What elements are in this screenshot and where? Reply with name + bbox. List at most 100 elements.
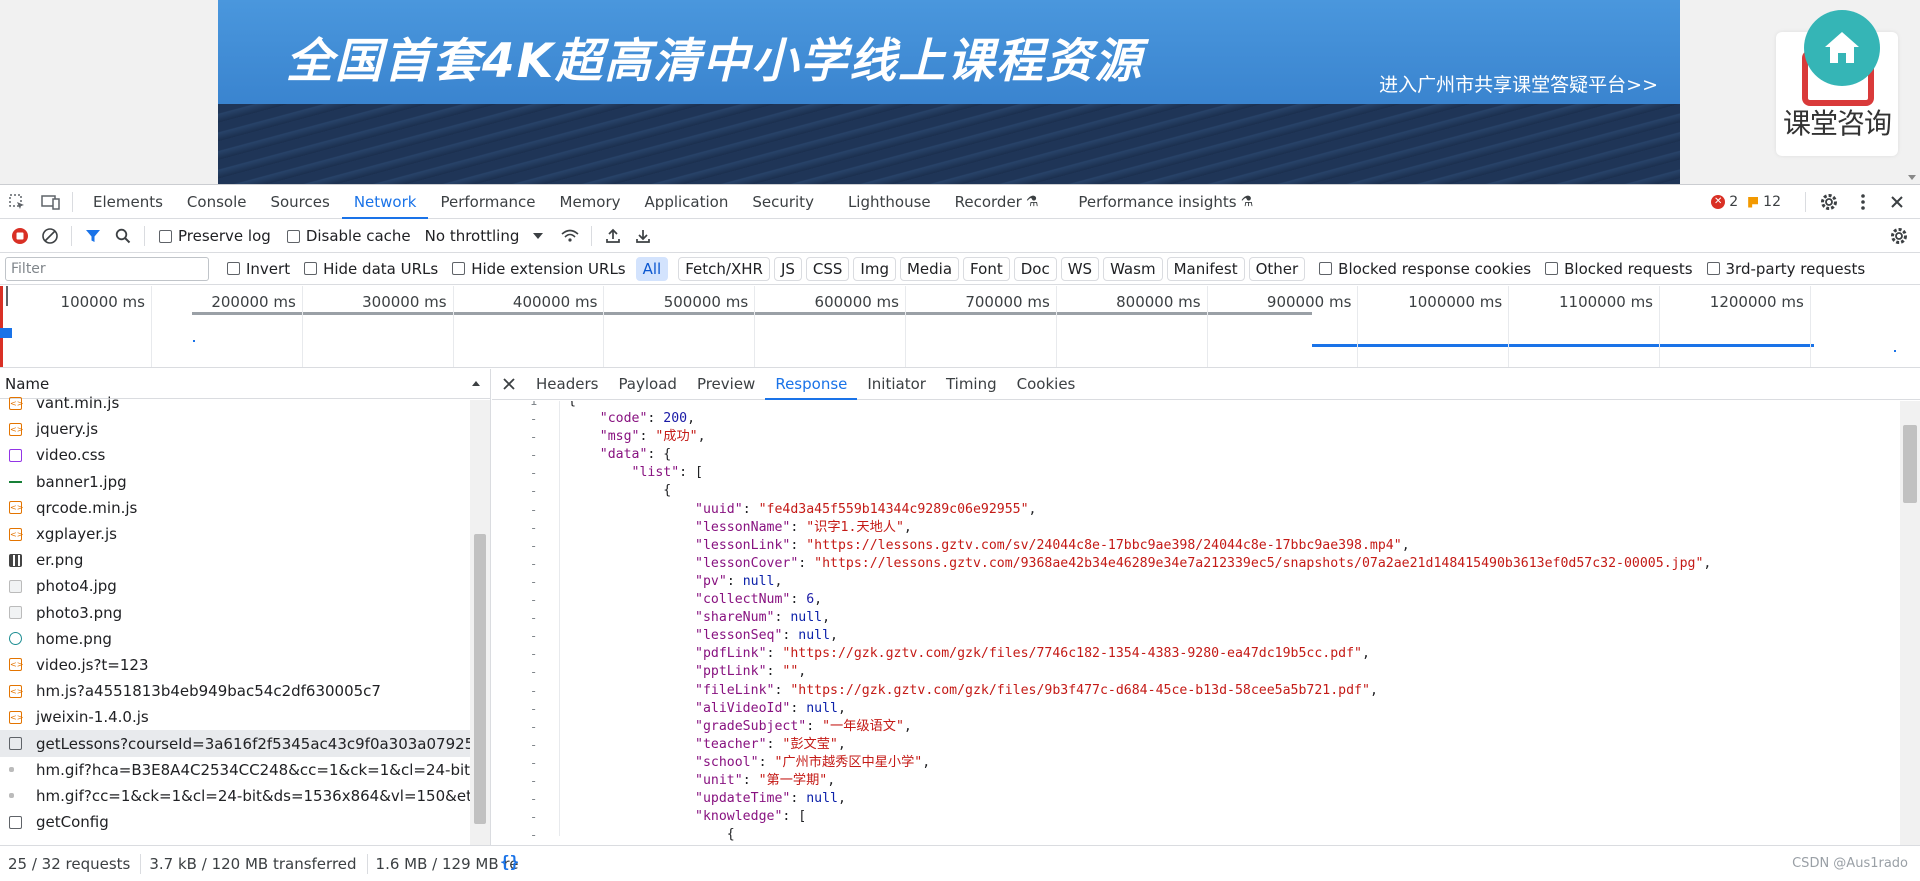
tab-elements[interactable]: Elements	[81, 185, 175, 219]
request-row[interactable]: <> vant.min.js	[0, 390, 470, 416]
request-name: getLessons?courseId=3a616f2f5345ac43c9f0…	[36, 734, 470, 753]
detail-tab-headers[interactable]: Headers	[526, 369, 608, 400]
filter-chip-css[interactable]: CSS	[805, 256, 850, 281]
request-row[interactable]: <> xgplayer.js	[0, 521, 470, 547]
error-counter[interactable]: ✕ 2	[1711, 194, 1738, 210]
throttling-select[interactable]: No throttling	[425, 227, 520, 245]
warning-counter[interactable]: 12	[1748, 194, 1781, 210]
inspect-element-icon[interactable]	[0, 185, 34, 219]
request-detail-pane: Headers Payload Preview Response Initiator Ti…	[492, 369, 1920, 845]
request-row[interactable]: video.css	[0, 442, 470, 468]
close-devtools-icon[interactable]	[1880, 185, 1914, 219]
request-row[interactable]: hm.gif?hca=B3E8A4C2534CC248&cc=1&ck=1&cl…	[0, 757, 470, 783]
settings-gear-icon[interactable]	[1812, 185, 1846, 219]
close-detail-icon[interactable]	[492, 367, 526, 401]
request-row[interactable]: hm.gif?cc=1&ck=1&cl=24-bit&ds=1536x864&v…	[0, 783, 470, 809]
filter-input[interactable]	[5, 256, 209, 281]
tab-performance[interactable]: Performance	[428, 185, 547, 219]
filter-chip-wasm[interactable]: Wasm	[1103, 256, 1163, 281]
device-toolbar-icon[interactable]	[34, 185, 68, 219]
filter-chip-media[interactable]: Media	[899, 256, 960, 281]
line-number: 1	[530, 401, 538, 408]
tab-application[interactable]: Application	[633, 185, 741, 219]
detail-tab-response[interactable]: Response	[765, 369, 858, 400]
filter-chip-manifest[interactable]: Manifest	[1166, 256, 1245, 281]
pretty-print-button[interactable]: {}	[500, 852, 519, 871]
tab-console[interactable]: Console	[175, 185, 259, 219]
dot-file-icon	[9, 767, 14, 773]
blocked-requests-checkbox[interactable]	[1545, 262, 1559, 275]
hide-data-urls-checkbox[interactable]	[304, 262, 318, 275]
more-options-icon[interactable]	[1846, 185, 1880, 219]
request-name: home.png	[36, 629, 112, 648]
tab-lighthouse[interactable]: Lighthouse	[836, 185, 943, 219]
request-name: er.png	[36, 551, 84, 570]
timeline-label: 300000 ms	[362, 293, 447, 311]
response-viewer[interactable]: 1 - - - - - - - - - - - - - - - - - - - - - - - - { "code": 200,…	[492, 401, 1900, 845]
code-line: "lessonLink": "https://lessons.gztv.com/…	[695, 537, 1410, 553]
invert-checkbox[interactable]	[227, 262, 240, 275]
detail-tab-preview[interactable]: Preview	[687, 369, 765, 400]
clear-icon[interactable]	[35, 221, 65, 251]
code-line: "lessonSeq": null,	[695, 628, 838, 644]
filter-chip-all[interactable]: All	[635, 256, 669, 281]
timeline-gridline	[452, 286, 454, 367]
request-row[interactable]: <> jweixin-1.4.0.js	[0, 704, 470, 730]
filter-chip-ws[interactable]: WS	[1060, 256, 1100, 281]
preserve-log-checkbox[interactable]	[159, 229, 172, 243]
request-row[interactable]: er.png	[0, 547, 470, 573]
response-json: { "code": 200, "msg": "成功", "data": { "l…	[568, 401, 1711, 844]
detail-tabbar: Headers Payload Preview Response Initiator Ti…	[492, 369, 1920, 400]
request-row[interactable]: <> qrcode.min.js	[0, 495, 470, 521]
filter-chip-fetch-xhr[interactable]: Fetch/XHR	[678, 256, 770, 281]
detail-tab-timing[interactable]: Timing	[936, 369, 1007, 400]
detail-tab-initiator[interactable]: Initiator	[857, 369, 936, 400]
banner-platform-link[interactable]: 进入广州市共享课堂答疑平台>>	[1379, 70, 1658, 97]
tab-security[interactable]: Security	[740, 185, 826, 219]
network-conditions-icon[interactable]	[555, 221, 585, 251]
page-scrollbar[interactable]	[1904, 0, 1920, 184]
code-line: "school": "广州市越秀区中星小学",	[695, 754, 931, 770]
detail-tab-cookies[interactable]: Cookies	[1007, 369, 1086, 400]
detail-tab-payload[interactable]: Payload	[608, 369, 687, 400]
filter-chip-js[interactable]: JS	[773, 256, 802, 281]
import-har-icon[interactable]	[598, 221, 628, 251]
request-row[interactable]: home.png	[0, 626, 470, 652]
tab-performance-insights[interactable]: Performance insights	[1066, 185, 1248, 219]
filter-chip-other[interactable]: Other	[1248, 256, 1306, 281]
request-row[interactable]: getConfig	[0, 809, 470, 835]
filter-chip-img[interactable]: Img	[853, 256, 896, 281]
tab-recorder[interactable]: Recorder	[943, 185, 1034, 219]
export-har-icon[interactable]	[628, 221, 658, 251]
record-stop-icon[interactable]	[5, 221, 35, 251]
request-row[interactable]: <> hm.js?a4551813b4eb949bac54c2df630005c7	[0, 678, 470, 704]
timeline-label: 900000 ms	[1266, 293, 1352, 311]
third-party-checkbox[interactable]	[1706, 262, 1720, 275]
home-file-icon	[9, 632, 22, 646]
response-scrollbar[interactable]	[1900, 401, 1920, 845]
tab-network[interactable]: Network	[341, 185, 429, 219]
request-row[interactable]: photo3.png	[0, 600, 470, 626]
code-line: "list": [	[631, 465, 703, 481]
tab-sources[interactable]: Sources	[258, 185, 341, 219]
request-list-scrollbar[interactable]	[470, 400, 490, 845]
disable-cache-checkbox[interactable]	[286, 229, 300, 243]
search-icon[interactable]	[108, 221, 138, 251]
request-row[interactable]: <> video.js?t=123	[0, 652, 470, 678]
filter-chip-doc[interactable]: Doc	[1013, 256, 1057, 281]
chevron-down-icon[interactable]	[533, 233, 544, 239]
request-row[interactable]: getLessons?courseId=3a616f2f5345ac43c9f0…	[0, 730, 470, 757]
request-row[interactable]: photo4.jpg	[0, 573, 470, 599]
filter-chip-font[interactable]: Font	[963, 256, 1010, 281]
hide-extension-urls-checkbox[interactable]	[452, 262, 466, 275]
request-row[interactable]: <> jquery.js	[0, 416, 470, 442]
line-number: -	[530, 611, 538, 626]
network-overview-timeline[interactable]: 100000 ms 200000 ms 300000 ms 400000 ms 5000…	[0, 286, 1920, 368]
blocked-cookies-checkbox[interactable]	[1319, 262, 1333, 275]
network-settings-gear-icon[interactable]	[1884, 221, 1914, 251]
tab-memory[interactable]: Memory	[548, 185, 633, 219]
filter-icon[interactable]	[78, 221, 108, 251]
home-button[interactable]	[1804, 10, 1880, 86]
request-row[interactable]: banner1.jpg	[0, 469, 470, 495]
hide-data-urls-label: Hide data URLs	[323, 259, 439, 278]
